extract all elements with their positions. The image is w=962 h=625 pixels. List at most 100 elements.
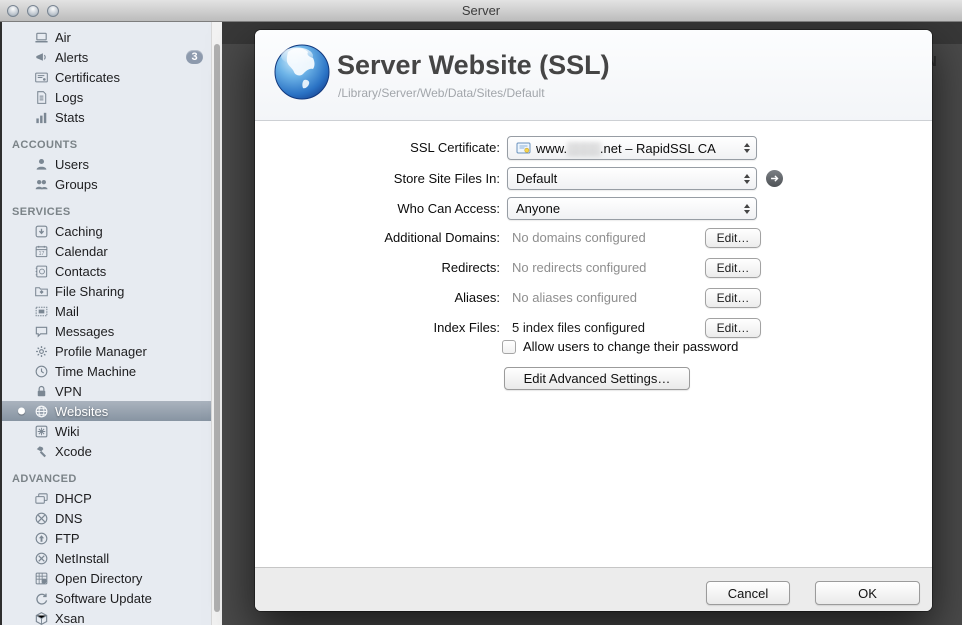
sidebar-item-label: NetInstall — [55, 551, 109, 566]
sidebar-item-file-sharing[interactable]: File Sharing — [2, 281, 211, 301]
zoom-button[interactable] — [47, 5, 59, 17]
sidebar-item-xsan[interactable]: Xsan — [2, 608, 211, 625]
edit-redirects-button[interactable]: Edit… — [705, 258, 761, 278]
group-icon — [33, 176, 49, 192]
allow-password-change-checkbox[interactable] — [502, 340, 516, 354]
ok-button[interactable]: OK — [815, 581, 920, 605]
minimize-button[interactable] — [27, 5, 39, 17]
sidebar-item-label: Certificates — [55, 70, 120, 85]
sidebar-item-label: Xsan — [55, 611, 85, 625]
aliases-label: Aliases: — [255, 288, 500, 308]
sidebar-item-dns[interactable]: DNS — [2, 508, 211, 528]
log-icon — [33, 89, 49, 105]
sheet-title: Server Website (SSL) — [337, 50, 610, 81]
sidebar-item-caching[interactable]: Caching — [2, 221, 211, 241]
open-directory-icon — [33, 570, 49, 586]
store-site-files-label: Store Site Files In: — [255, 167, 500, 190]
additional-domains-value: No domains configured — [512, 228, 646, 248]
popup-arrows-icon — [744, 143, 750, 153]
sidebar-item-label: Calendar — [55, 244, 108, 259]
sidebar-item-label: Stats — [55, 110, 85, 125]
sidebar-item-alerts[interactable]: Alerts3 — [2, 47, 211, 67]
mail-icon — [33, 303, 49, 319]
sidebar-item-label: DHCP — [55, 491, 92, 506]
allow-password-change-label[interactable]: Allow users to change their password — [523, 339, 738, 355]
popup-arrows-icon — [744, 174, 750, 184]
certificate-file-icon — [516, 141, 531, 156]
sidebar-item-messages[interactable]: Messages — [2, 321, 211, 341]
scrollbar-thumb[interactable] — [214, 44, 220, 612]
sidebar-item-label: Logs — [55, 90, 83, 105]
dhcp-icon — [33, 490, 49, 506]
sidebar-item-dhcp[interactable]: DHCP — [2, 488, 211, 508]
sidebar-item-logs[interactable]: Logs — [2, 87, 211, 107]
caching-icon — [33, 223, 49, 239]
sidebar-item-open-directory[interactable]: Open Directory — [2, 568, 211, 588]
store-site-files-popup[interactable]: Default — [507, 167, 757, 190]
index-files-value: 5 index files configured — [512, 318, 645, 338]
store-site-files-value: Default — [516, 171, 557, 186]
sidebar-item-websites[interactable]: Websites — [2, 401, 211, 421]
sidebar-item-label: FTP — [55, 531, 80, 546]
calendar-icon: 17 — [33, 243, 49, 259]
sidebar-item-air[interactable]: Air — [2, 27, 211, 47]
additional-domains-label: Additional Domains: — [255, 228, 500, 248]
popup-arrows-icon — [744, 204, 750, 214]
sidebar-item-label: Wiki — [55, 424, 80, 439]
website-globe-icon — [273, 43, 331, 101]
software-update-icon — [33, 590, 49, 606]
window-title: Server — [0, 0, 962, 21]
globe-icon — [33, 403, 49, 419]
sheet-path: /Library/Server/Web/Data/Sites/Default — [338, 86, 545, 100]
who-can-access-popup[interactable]: Anyone — [507, 197, 757, 220]
arrow-right-icon — [768, 172, 781, 185]
sidebar-item-label: Open Directory — [55, 571, 142, 586]
who-can-access-value: Anyone — [516, 201, 560, 216]
sidebar-item-profile-manager[interactable]: Profile Manager — [2, 341, 211, 361]
wiki-icon — [33, 423, 49, 439]
sidebar-item-vpn[interactable]: VPN — [2, 381, 211, 401]
edit-additional-domains-button[interactable]: Edit… — [705, 228, 761, 248]
redacted-domain: ▒▒▒▒ — [567, 141, 600, 156]
sidebar-item-label: Websites — [55, 404, 108, 419]
sidebar-scrollbar[interactable] — [211, 22, 222, 625]
laptop-icon — [33, 29, 49, 45]
close-button[interactable] — [7, 5, 19, 17]
sidebar-item-software-update[interactable]: Software Update — [2, 588, 211, 608]
edit-index-files-button[interactable]: Edit… — [705, 318, 761, 338]
sidebar-item-time-machine[interactable]: Time Machine — [2, 361, 211, 381]
sheet-footer: Cancel OK — [255, 567, 932, 611]
user-icon — [33, 156, 49, 172]
traffic-lights — [7, 5, 59, 17]
sidebar-item-stats[interactable]: Stats — [2, 107, 211, 127]
sidebar-item-users[interactable]: Users — [2, 154, 211, 174]
index-files-label: Index Files: — [255, 318, 500, 338]
sidebar-item-label: Mail — [55, 304, 79, 319]
xsan-icon — [33, 610, 49, 625]
sidebar-item-xcode[interactable]: Xcode — [2, 441, 211, 461]
svg-text:17: 17 — [38, 251, 44, 257]
sidebar-item-calendar[interactable]: 17 Calendar — [2, 241, 211, 261]
cancel-button[interactable]: Cancel — [706, 581, 790, 605]
dns-icon — [33, 510, 49, 526]
sidebar-item-label: Profile Manager — [55, 344, 147, 359]
aliases-value: No aliases configured — [512, 288, 637, 308]
who-can-access-label: Who Can Access: — [255, 197, 500, 220]
sidebar-item-contacts[interactable]: Contacts — [2, 261, 211, 281]
sidebar-item-ftp[interactable]: FTP — [2, 528, 211, 548]
ssl-certificate-popup[interactable]: www.▒▒▒▒.net – RapidSSL CA — [507, 136, 757, 160]
sidebar-item-mail[interactable]: Mail — [2, 301, 211, 321]
sidebar-section-header: SERVICES — [2, 203, 211, 221]
sidebar-item-wiki[interactable]: Wiki — [2, 421, 211, 441]
file-sharing-icon — [33, 283, 49, 299]
sidebar-item-groups[interactable]: Groups — [2, 174, 211, 194]
go-to-folder-button[interactable] — [766, 170, 783, 187]
sidebar-item-certificates[interactable]: Certificates — [2, 67, 211, 87]
redirects-value: No redirects configured — [512, 258, 646, 278]
running-indicator — [18, 408, 25, 415]
edit-advanced-settings-button[interactable]: Edit Advanced Settings… — [504, 367, 690, 390]
edit-aliases-button[interactable]: Edit… — [705, 288, 761, 308]
sidebar-item-label: File Sharing — [55, 284, 124, 299]
sidebar-item-label: Software Update — [55, 591, 152, 606]
sidebar-item-netinstall[interactable]: NetInstall — [2, 548, 211, 568]
